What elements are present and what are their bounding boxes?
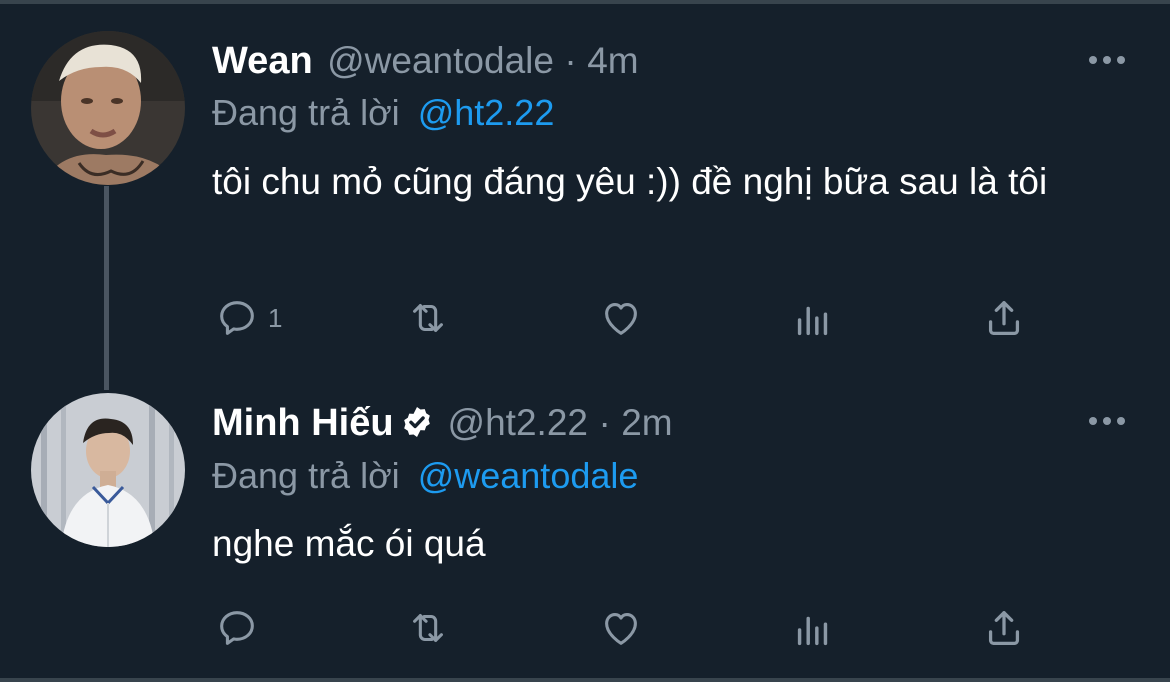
reply-icon bbox=[220, 611, 254, 645]
verified-badge-icon bbox=[403, 406, 430, 438]
avatar-wean[interactable] bbox=[31, 31, 185, 185]
replying-to: Đang trả lời @weantodale bbox=[212, 455, 638, 497]
reply-icon bbox=[220, 301, 254, 335]
analytics-button[interactable] bbox=[790, 297, 836, 343]
user-handle[interactable]: @weantodale bbox=[327, 40, 554, 81]
like-icon bbox=[605, 303, 637, 335]
avatar-minh-hieu[interactable] bbox=[31, 393, 185, 547]
share-button[interactable] bbox=[981, 295, 1027, 341]
retweet-button[interactable] bbox=[405, 295, 451, 341]
like-button[interactable] bbox=[598, 295, 644, 341]
display-name[interactable]: Wean bbox=[212, 40, 313, 82]
reply-mention-link[interactable]: @weantodale bbox=[418, 455, 639, 496]
top-divider bbox=[0, 0, 1170, 4]
reply-mention-link[interactable]: @ht2.22 bbox=[418, 92, 555, 133]
timestamp[interactable]: 4m bbox=[587, 40, 638, 81]
separator-dot: · bbox=[598, 402, 611, 443]
timestamp[interactable]: 2m bbox=[621, 402, 672, 443]
bottom-divider bbox=[0, 678, 1170, 682]
reply-count: 1 bbox=[268, 302, 283, 333]
more-icon[interactable] bbox=[1087, 50, 1127, 70]
retweet-icon bbox=[413, 304, 443, 332]
display-name[interactable]: Minh Hiếu bbox=[212, 402, 394, 444]
more-icon[interactable] bbox=[1087, 411, 1127, 431]
separator-dot: · bbox=[564, 40, 577, 81]
analytics-icon bbox=[797, 306, 828, 336]
user-handle[interactable]: @ht2.22 bbox=[448, 402, 588, 443]
like-icon bbox=[605, 613, 637, 645]
analytics-icon bbox=[797, 616, 828, 646]
share-icon bbox=[988, 611, 1020, 645]
tweet-header: Minh Hiếu @ht2.22 · 2m bbox=[212, 402, 673, 450]
reply-button[interactable] bbox=[214, 605, 268, 651]
share-button[interactable] bbox=[981, 605, 1027, 651]
tweet-text: tôi chu mỏ cũng đáng yêu :)) đề nghị bữa… bbox=[212, 161, 1048, 202]
share-icon bbox=[988, 301, 1020, 335]
replying-prefix: Đang trả lời bbox=[212, 455, 400, 496]
analytics-button[interactable] bbox=[790, 607, 836, 653]
tweet-text: nghe mắc ói quá bbox=[212, 523, 486, 564]
thread-connector-line bbox=[104, 186, 109, 390]
replying-to: Đang trả lời @ht2.22 bbox=[212, 92, 554, 134]
replying-prefix: Đang trả lời bbox=[212, 92, 400, 133]
tweet-header: Wean @weantodale · 4m bbox=[212, 40, 639, 88]
like-button[interactable] bbox=[598, 605, 644, 651]
reply-button[interactable]: 1 bbox=[214, 295, 282, 341]
retweet-icon bbox=[413, 614, 443, 642]
retweet-button[interactable] bbox=[405, 605, 451, 651]
